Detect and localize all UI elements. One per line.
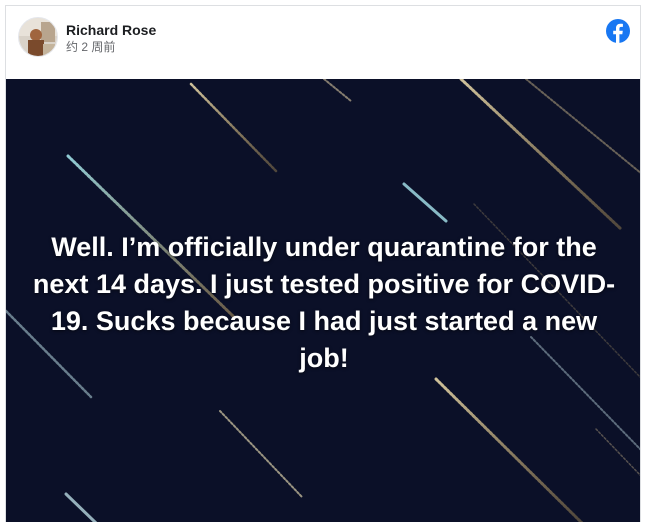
post-timestamp[interactable]: 约 2 周前: [66, 40, 115, 55]
post-caption: Well. I’m officially under quarantine fo…: [32, 232, 616, 373]
avatar[interactable]: [18, 17, 58, 57]
post-photo[interactable]: Well. I’m officially under quarantine fo…: [6, 79, 640, 522]
post-header: Richard Rose 约 2 周前: [6, 6, 640, 79]
post-card: Richard Rose 约 2 周前 Well. I’m officially…: [5, 5, 641, 522]
facebook-icon[interactable]: [606, 19, 630, 43]
author-name[interactable]: Richard Rose: [66, 21, 156, 39]
avatar-image: [19, 18, 57, 56]
